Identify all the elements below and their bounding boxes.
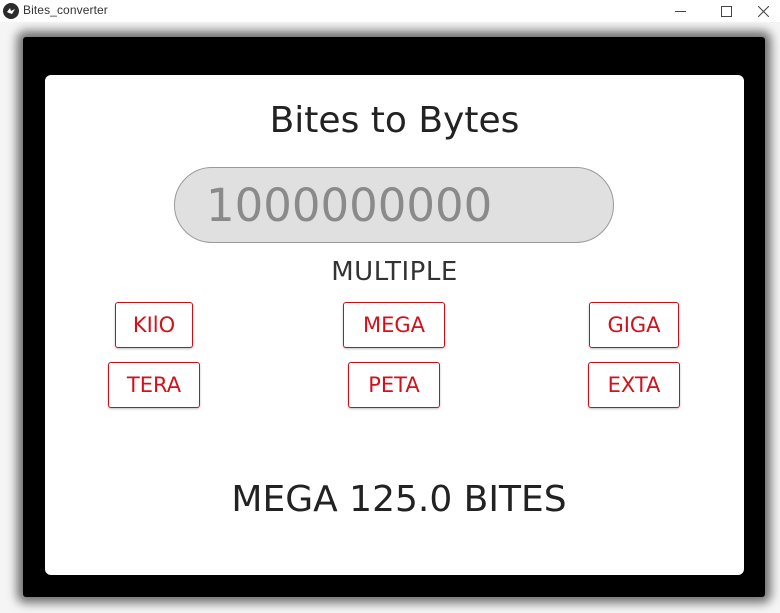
giga-button[interactable]: GIGA	[589, 302, 679, 348]
maximize-icon	[720, 5, 732, 17]
maximize-button[interactable]	[703, 0, 749, 22]
page-title: Bites to Bytes	[269, 100, 520, 141]
bits-input[interactable]	[206, 176, 596, 234]
title-bar: Bites_converter	[0, 0, 780, 22]
tera-button[interactable]: TERA	[108, 362, 200, 408]
kilo-button[interactable]: KIlO	[115, 302, 193, 348]
close-icon	[758, 5, 769, 17]
exta-button[interactable]: EXTA	[588, 362, 680, 408]
peta-button[interactable]: PETA	[348, 362, 440, 408]
minimize-button[interactable]	[657, 0, 703, 22]
kivy-app-icon	[3, 3, 19, 19]
multiple-label: MULTIPLE	[331, 257, 458, 287]
mega-button[interactable]: MEGA	[343, 302, 445, 348]
result-text: MEGA 125.0 BITES	[231, 479, 567, 520]
minimize-icon	[674, 10, 686, 12]
window-title: Bites_converter	[23, 3, 108, 17]
close-button[interactable]	[747, 0, 780, 22]
